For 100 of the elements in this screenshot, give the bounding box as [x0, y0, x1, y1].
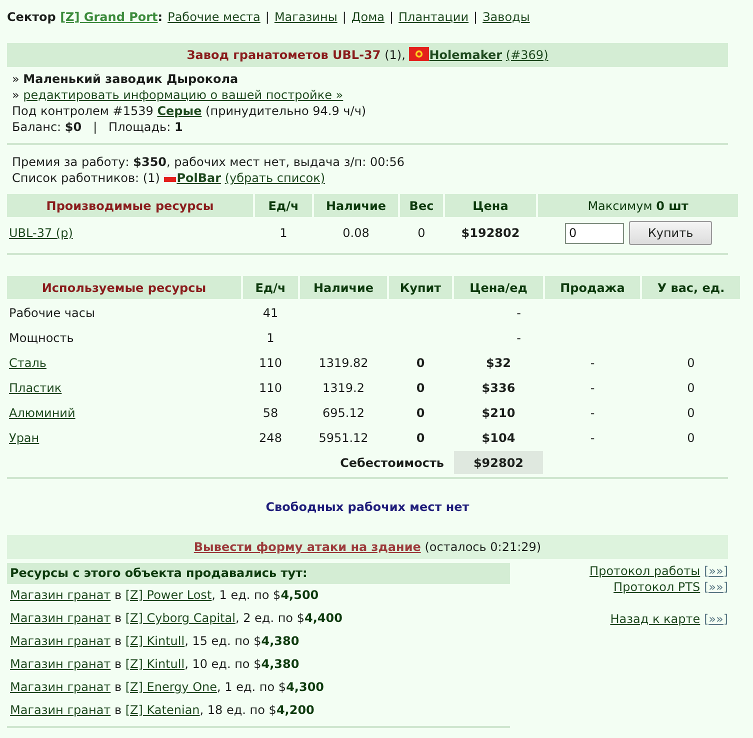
shop-link[interactable]: Магазин гранат	[10, 588, 111, 602]
buy-value: 0	[416, 430, 425, 444]
price-value: $104	[482, 430, 516, 444]
stock-value: 1319.82	[318, 356, 368, 370]
price-value: -	[516, 330, 521, 344]
separator: |	[265, 10, 270, 24]
column-header: Максимум 0 шт	[538, 194, 738, 217]
resource-link[interactable]: Пластик	[9, 380, 62, 394]
resource-link[interactable]: Уран	[9, 430, 40, 444]
column-header: Ед/ч	[255, 194, 312, 217]
nav-link[interactable]: Рабочие места	[168, 10, 260, 24]
shop-link[interactable]: Магазин гранат	[10, 611, 111, 625]
building-count: (1),	[384, 48, 406, 62]
building-subtitle: » Маленький заводик Дырокола	[12, 71, 238, 87]
vacancies-notice: Свободных рабочих мест нет	[266, 500, 470, 514]
sale-entry: Магазин гранат в [Z] Energy One, 1 ед. по $4,300	[10, 680, 324, 694]
stock-value: 695.12	[322, 406, 364, 420]
resource-name: Мощность	[9, 330, 74, 344]
sector-link[interactable]: [Z] Energy One	[125, 680, 218, 694]
per-hour-value: 110	[259, 380, 282, 394]
group-link[interactable]: Серые	[157, 104, 202, 118]
resource-link[interactable]: Алюминий	[9, 406, 76, 420]
stock-value: 5951.12	[318, 430, 368, 444]
quantity-field[interactable]: 0	[565, 222, 624, 244]
owner-link[interactable]: Holemaker	[429, 48, 502, 62]
column-header: Цена	[445, 194, 536, 217]
sector-link[interactable]: [Z] Kintull	[125, 657, 185, 671]
sector-link[interactable]: [Z] Katenian	[125, 703, 200, 717]
balance-line: Баланс: $0 | Площадь: 1	[12, 119, 183, 135]
shop-link[interactable]: Магазин гранат	[10, 657, 111, 671]
more-link[interactable]: [»»]	[704, 612, 728, 626]
column-header: Продажа	[545, 276, 640, 299]
column-header: Используемые ресурсы	[7, 276, 241, 299]
resource-name: Рабочие часы	[9, 306, 95, 320]
sale-entry: Магазин гранат в [Z] Kintull, 15 ед. по $4,380	[10, 634, 300, 648]
edit-link[interactable]: редактировать информацию о вашей постройке »	[23, 88, 344, 102]
nav-link[interactable]: Магазины	[274, 10, 338, 24]
nav-link[interactable]: Заводы	[482, 10, 530, 24]
sector-link[interactable]: [Z] Power Lost	[125, 588, 212, 602]
stock-value: 1319.2	[322, 380, 364, 394]
remove-list-link[interactable]: (убрать список)	[224, 171, 326, 185]
sales-heading: Ресурсы с этого объекта продавались тут:	[7, 563, 510, 584]
buy-value: 0	[416, 356, 425, 370]
price-value: $336	[482, 380, 516, 394]
side-link[interactable]: Протокол работы	[590, 564, 700, 578]
owned-value: 0	[687, 430, 695, 444]
column-header: Вес	[400, 194, 443, 217]
sector-heading: Сектор [Z] Grand Port:	[7, 10, 163, 24]
stock-value: 0.08	[342, 226, 370, 240]
per-hour-value: 41	[262, 306, 278, 320]
sale-value: -	[590, 380, 595, 394]
nav-link[interactable]: Дома	[351, 10, 384, 24]
sale-entry: Магазин гранат в [Z] Katenian, 18 ед. по $4,200	[10, 703, 314, 717]
per-hour-value: 110	[259, 356, 282, 370]
total-label: Себестоимость	[340, 456, 444, 470]
time-remaining: (осталось 0:21:29)	[424, 540, 542, 554]
flag-icon	[164, 174, 176, 182]
per-hour-value: 1	[280, 226, 288, 240]
worker-link[interactable]: PolBar	[176, 171, 222, 185]
nav-link[interactable]: Плантации	[398, 10, 469, 24]
sale-value: -	[590, 356, 595, 370]
shop-link[interactable]: Магазин гранат	[10, 634, 111, 648]
sector-link[interactable]: [Z] Grand Port	[60, 10, 158, 24]
owned-value: 0	[687, 380, 695, 394]
per-hour-value: 248	[259, 430, 282, 444]
side-link[interactable]: Назад к карте	[610, 612, 700, 626]
column-header: Цена/ед	[454, 276, 543, 299]
buy-value: 0	[416, 380, 425, 394]
owner-id-link[interactable]: (#369)	[506, 48, 548, 62]
more-link[interactable]: [»»]	[704, 564, 728, 578]
more-link[interactable]: [»»]	[704, 580, 728, 594]
buy-value: 0	[416, 406, 425, 420]
sector-link[interactable]: [Z] Cyborg Capital	[125, 611, 236, 625]
total-cost: $92802	[454, 451, 543, 474]
owned-value: 0	[687, 406, 695, 420]
product-link[interactable]: UBL-37 (p)	[9, 226, 73, 240]
side-link[interactable]: Протокол PTS	[614, 580, 700, 594]
per-hour-value: 58	[262, 406, 278, 420]
column-header: Наличие	[314, 194, 398, 217]
flag-icon	[409, 47, 430, 61]
column-header: Производимые ресурсы	[7, 194, 253, 217]
attack-link[interactable]: Вывести форму атаки на здание	[194, 540, 421, 554]
sector-link[interactable]: [Z] Kintull	[125, 634, 185, 648]
separator: |	[342, 10, 346, 24]
edit-line: » редактировать информацию о вашей постройке »	[12, 87, 344, 103]
column-header: У вас, ед.	[642, 276, 740, 299]
shop-link[interactable]: Магазин гранат	[10, 703, 111, 717]
column-header: Наличие	[300, 276, 387, 299]
column-header: Ед/ч	[243, 276, 298, 299]
building-name: Завод гранатометов UBL-37	[186, 48, 381, 62]
buy-button[interactable]: Купить	[629, 221, 712, 245]
control-line: Под контролем #1539 Серые (принудительно 94.9 ч/ч)	[12, 103, 366, 119]
sale-entry: Магазин гранат в [Z] Cyborg Capital, 2 ед. по $4,400	[10, 611, 342, 625]
sale-entry: Магазин гранат в [Z] Kintull, 10 ед. по $4,380	[10, 657, 300, 671]
shop-link[interactable]: Магазин гранат	[10, 680, 111, 694]
price-value: $32	[486, 356, 512, 370]
weight-value: 0	[418, 226, 426, 240]
workers-line: Список работников: (1) PolBar (убрать список)	[12, 170, 326, 186]
price-value: -	[516, 306, 521, 320]
resource-link[interactable]: Сталь	[9, 356, 46, 370]
